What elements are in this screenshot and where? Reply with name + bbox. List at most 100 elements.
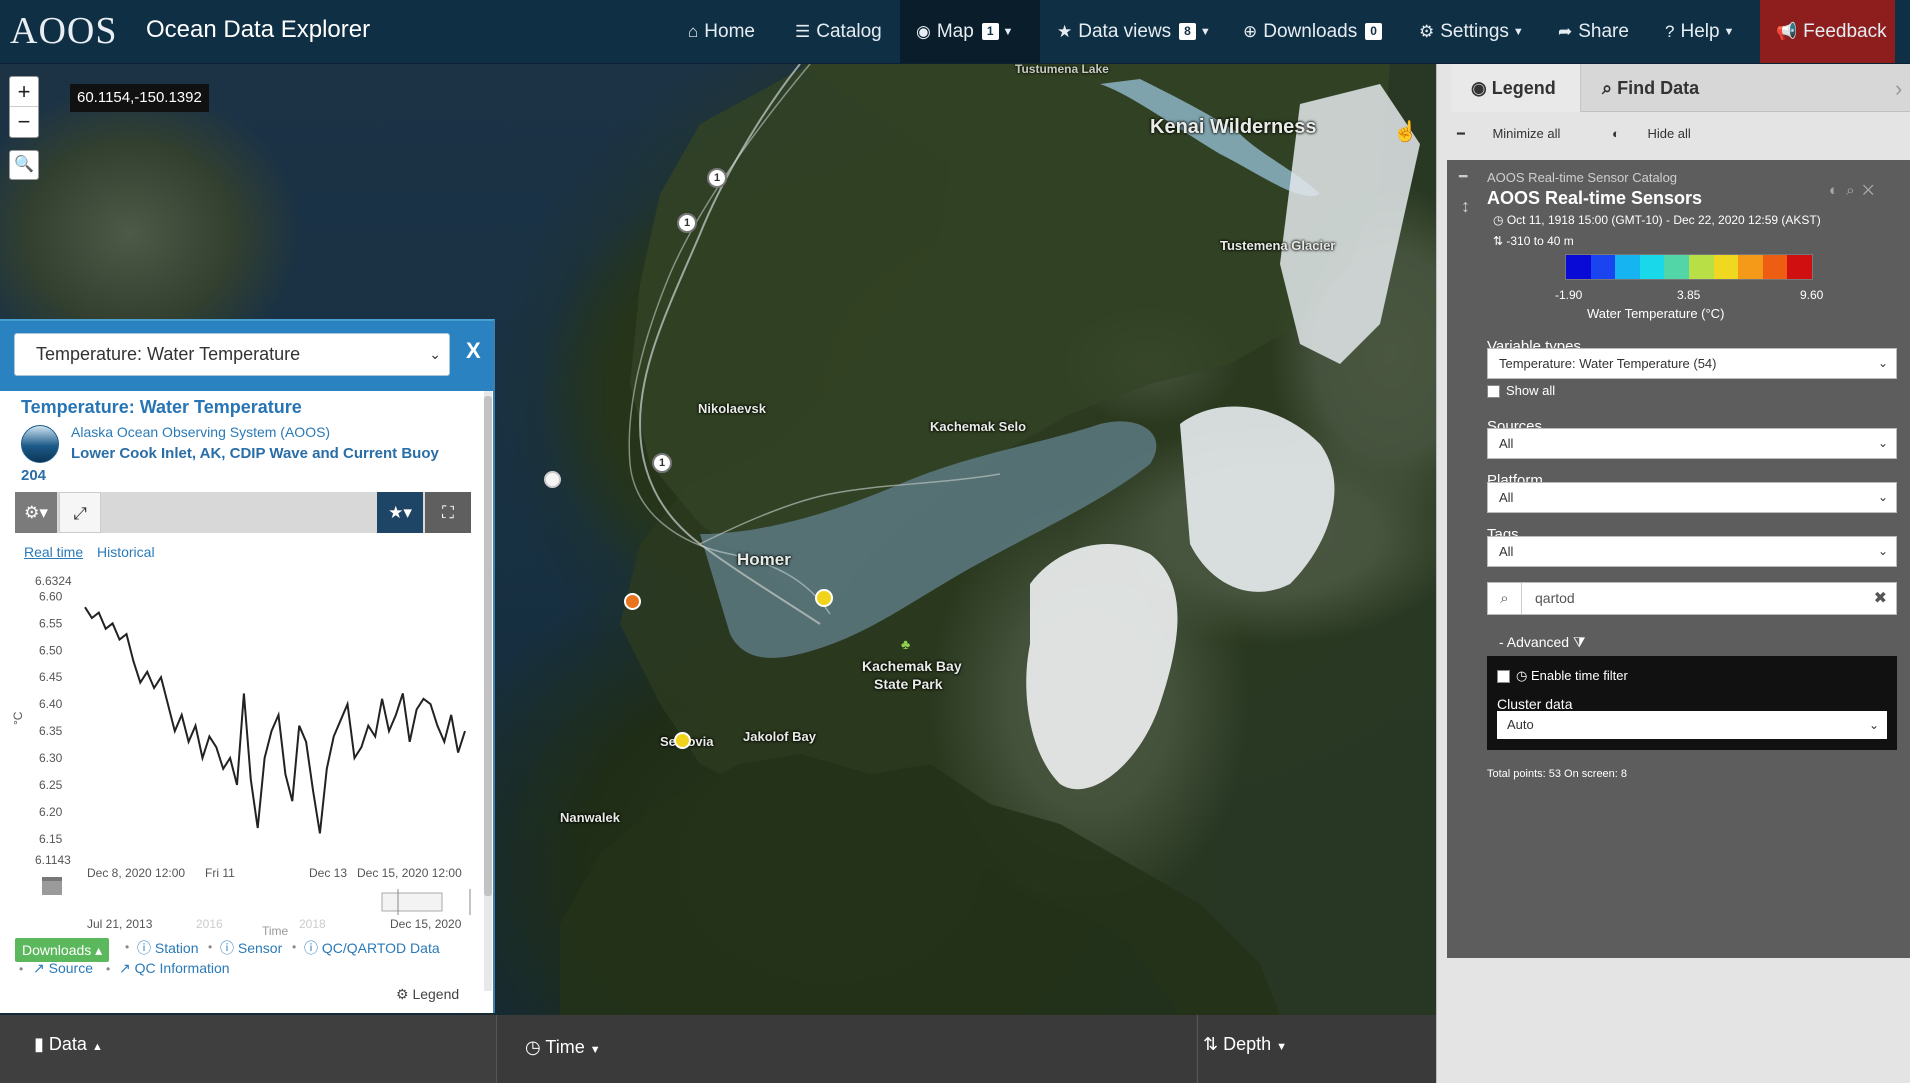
colorbar-segment	[1762, 255, 1788, 279]
scrollbar-thumb[interactable]	[484, 396, 492, 896]
data-drawer-toggle[interactable]: ▮ Data ▲	[0, 1015, 495, 1083]
nav-map[interactable]: ◉ Map 1 ▼	[900, 0, 1040, 63]
nav-share-label: Share	[1578, 20, 1629, 42]
downloads-button[interactable]: Downloads ▴	[15, 938, 110, 962]
separator-dot: •	[19, 962, 24, 976]
nav-share[interactable]: ➦ Share	[1558, 0, 1629, 63]
nav-feedback[interactable]: 📢 Feedback	[1760, 0, 1895, 63]
show-all-checkbox[interactable]: Show all	[1487, 383, 1555, 399]
navigator-tick-label: 2018	[299, 917, 326, 931]
clock-icon: ◷	[1493, 213, 1507, 227]
time-toggle-label: Time	[545, 1037, 585, 1057]
expand-button[interactable]: ⤢	[59, 492, 101, 533]
variable-types-select[interactable]: Temperature: Water Temperature (54) ⌄	[1487, 348, 1897, 379]
total-points-status: Total points: 53 On screen: 8	[1487, 768, 1628, 780]
station-marker-white[interactable]	[544, 471, 561, 488]
time-drawer-toggle[interactable]: ◷ Time ▼	[496, 1015, 1196, 1083]
enable-time-filter-checkbox[interactable]: ◷ Enable time filter	[1497, 668, 1628, 684]
station-name-link[interactable]: Lower Cook Inlet, AK, CDIP Wave and Curr…	[71, 445, 439, 462]
sources-value: All	[1499, 436, 1514, 451]
tab-realtime[interactable]: Real time	[24, 544, 83, 560]
downloads-button-label: Downloads	[22, 942, 92, 958]
tab-historical[interactable]: Historical	[97, 544, 155, 560]
checkbox[interactable]	[1497, 670, 1510, 684]
fullscreen-button[interactable]: ⛶	[425, 492, 471, 533]
platform-select[interactable]: All ⌄	[1487, 482, 1897, 513]
tags-select[interactable]: All ⌄	[1487, 536, 1897, 567]
panel-scrollbar[interactable]	[484, 391, 492, 991]
zoom-to-layer-icon[interactable]: ⌕	[1846, 182, 1862, 199]
y-axis-label: °C	[11, 711, 25, 725]
chevron-down-icon: ⌄	[1877, 436, 1888, 450]
sources-select[interactable]: All ⌄	[1487, 428, 1897, 459]
y-tick-label: 6.15	[39, 832, 63, 846]
colorbar-segment	[1713, 255, 1739, 279]
x-tick-label: Fri 11	[205, 866, 235, 880]
gear-icon: ⚙▾	[24, 503, 48, 522]
station-cluster-marker[interactable]: 1	[652, 453, 672, 473]
chart-settings-button[interactable]: ⚙▾	[15, 492, 57, 533]
station-marker-yellow[interactable]	[674, 732, 691, 749]
search-input[interactable]: qartod	[1535, 583, 1575, 614]
calendar-icon[interactable]	[42, 877, 62, 895]
eye-icon[interactable]: ◐	[1829, 182, 1846, 199]
nav-settings[interactable]: ⚙ Settings ▼	[1419, 0, 1524, 63]
nav-catalog[interactable]: ☰ Catalog	[795, 0, 882, 63]
depth-toggle-label-wrap: ⇅ Depth ▼	[1203, 1035, 1287, 1053]
close-panel-button[interactable]: X	[466, 336, 481, 366]
search-icon[interactable]: ⌕	[1488, 583, 1522, 614]
station-info-link[interactable]: ⓘ Station	[137, 938, 198, 958]
variable-select[interactable]: Temperature: Water Temperature ⌄	[14, 333, 450, 376]
zoom-out-button[interactable]: −	[10, 107, 38, 137]
map-label-kenai-wilderness: Kenai Wilderness	[1150, 116, 1317, 138]
station-marker-yellow[interactable]	[815, 589, 833, 607]
zoom-in-button[interactable]: +	[10, 77, 38, 107]
advanced-toggle[interactable]: - Advanced ⧩	[1499, 634, 1585, 651]
tab-find-data[interactable]: ⌕ Find Data	[1582, 64, 1782, 112]
tab-legend[interactable]: ◉ Legend	[1451, 64, 1581, 112]
collapse-layer-icon[interactable]: ━	[1459, 168, 1467, 185]
nav-home-label: Home	[704, 20, 755, 42]
checkbox[interactable]	[1487, 385, 1500, 399]
favorite-button[interactable]: ★▾	[377, 492, 423, 533]
cluster-data-select[interactable]: Auto ⌄	[1497, 711, 1887, 739]
caret-down-icon: ▼	[1276, 1041, 1288, 1053]
minimize-all-button[interactable]: ━ Minimize all	[1457, 126, 1584, 141]
remove-layer-icon[interactable]: ✕	[1862, 182, 1881, 199]
time-toggle-label-wrap: ◷ Time ▼	[525, 1038, 601, 1056]
map-label-tustemena-glacier: Tustemena Glacier	[1220, 238, 1336, 253]
station-cluster-marker[interactable]: 1	[677, 213, 697, 233]
zoom-box-icon[interactable]: 🔍	[9, 150, 39, 180]
sensor-info-link[interactable]: ⓘ Sensor	[220, 938, 282, 958]
drag-handle-icon[interactable]: ↕	[1461, 196, 1470, 217]
y-tick-label: 6.55	[39, 616, 63, 630]
colorbar-mid: 3.85	[1677, 288, 1701, 302]
organization-link[interactable]: Alaska Ocean Observing System (AOOS)	[71, 424, 330, 440]
nav-data-views[interactable]: ★ Data views 8 ▼	[1057, 0, 1211, 63]
aoos-organization-logo	[21, 425, 59, 463]
app-title: Ocean Data Explorer	[146, 16, 371, 43]
navigator-range-handle[interactable]	[381, 892, 443, 912]
temperature-chart[interactable]: 6.60 6.55 6.50 6.45 6.40 6.35 6.30 6.25 6.20 6.15…	[0, 571, 484, 936]
navigator-start-label: Jul 21, 2013	[87, 917, 153, 931]
clear-search-icon[interactable]: ✖	[1874, 583, 1887, 614]
download-icon: ⊕	[1243, 21, 1258, 41]
enable-time-filter-label: Enable time filter	[1530, 668, 1628, 683]
qc-data-link[interactable]: ⓘ QC/QARTOD Data	[304, 938, 440, 958]
station-cluster-marker[interactable]: 1	[707, 168, 727, 188]
hide-all-button[interactable]: ◐ Hide all	[1612, 126, 1715, 141]
nav-downloads[interactable]: ⊕ Downloads 0	[1243, 0, 1382, 63]
collapse-sidebar-icon[interactable]: ›	[1895, 76, 1902, 102]
station-marker-orange[interactable]	[624, 593, 641, 610]
temperature-colorbar	[1565, 254, 1813, 280]
qc-information-link[interactable]: ↗ QC Information	[119, 960, 230, 977]
source-link[interactable]: ↗ Source	[33, 960, 93, 977]
aoos-logo[interactable]: AOOS	[10, 6, 117, 56]
park-tree-icon: ♣	[901, 636, 911, 652]
chart-legend-toggle[interactable]: ⚙ Legend	[396, 986, 459, 1003]
chevron-down-icon: ▼	[1002, 25, 1014, 38]
depth-drawer-toggle[interactable]: ⇅ Depth ▼	[1197, 1015, 1436, 1083]
nav-home[interactable]: ⌂ Home	[688, 0, 755, 63]
nav-help[interactable]: ? Help ▼	[1665, 0, 1734, 63]
nav-downloads-label: Downloads	[1263, 20, 1358, 42]
